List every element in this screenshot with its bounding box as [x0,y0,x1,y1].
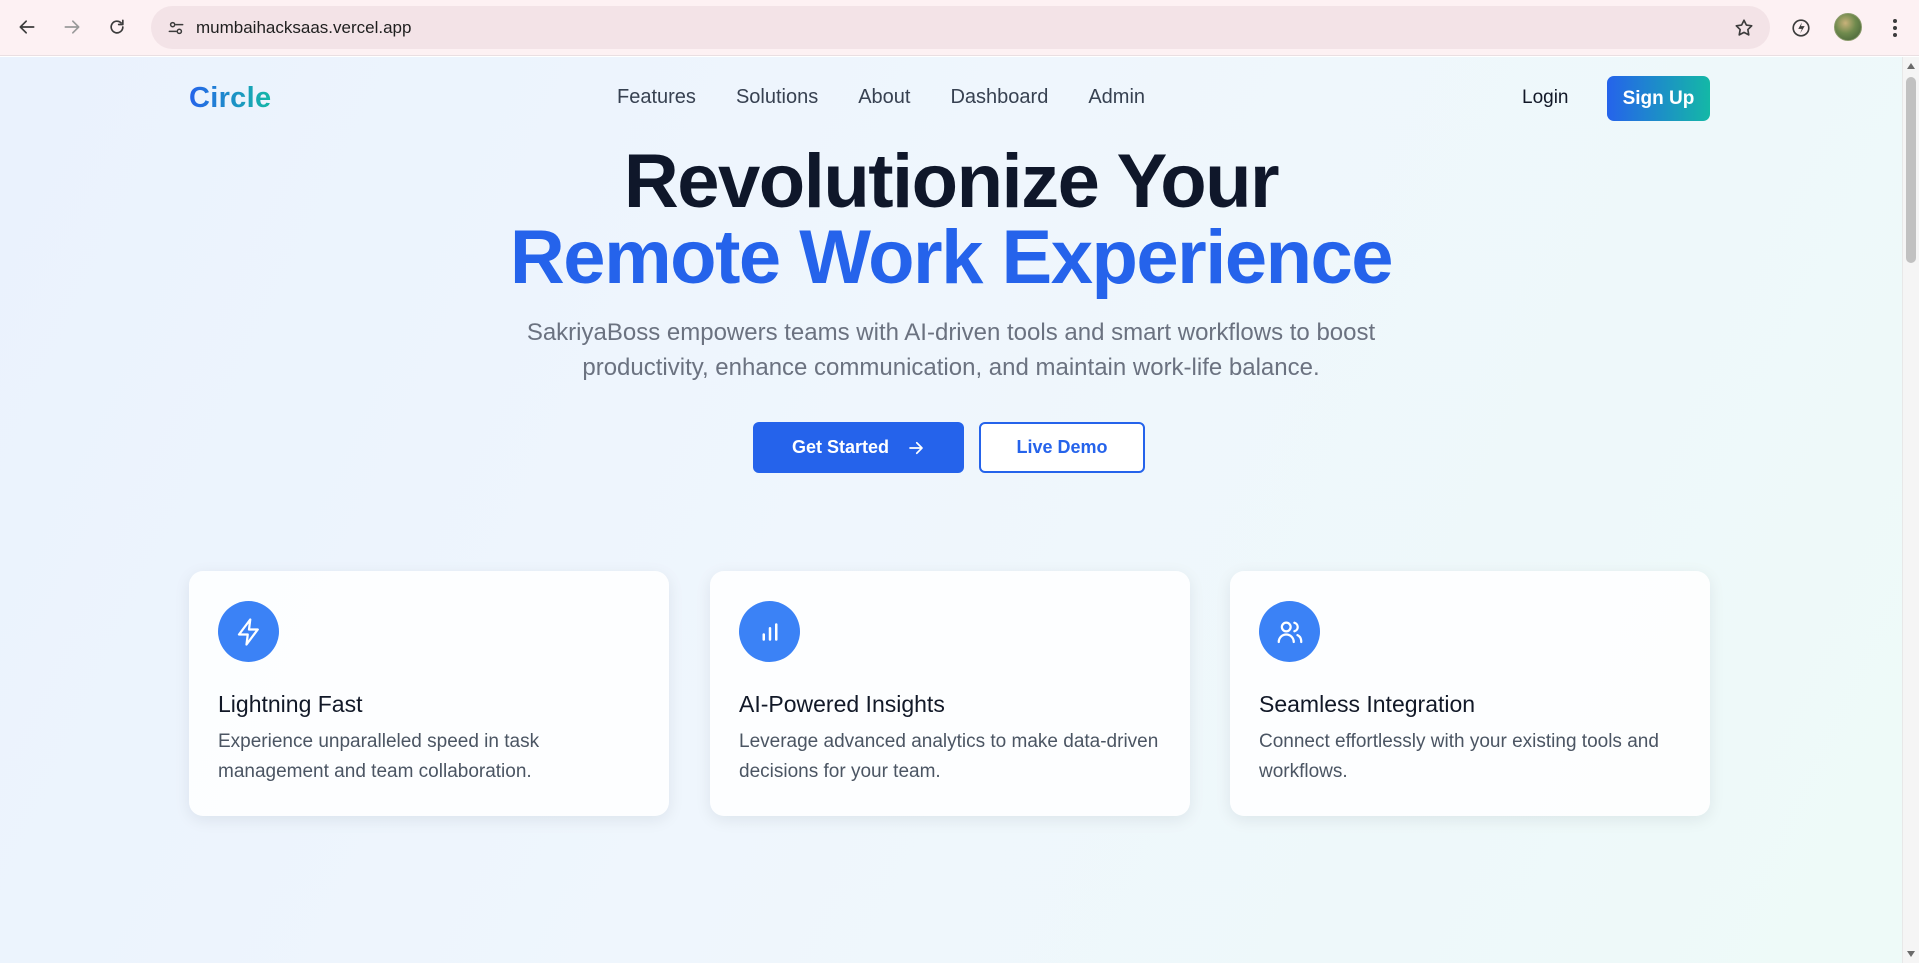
feature-title: Lightning Fast [218,691,363,717]
users-icon [1277,621,1302,643]
signup-button[interactable]: Sign Up [1607,76,1710,121]
live-demo-button[interactable]: Live Demo [979,422,1145,473]
tune-icon [168,21,184,35]
star-icon [1735,19,1753,36]
forward-button[interactable] [55,10,89,44]
url-text[interactable]: mumbaihacksaas.vercel.app [196,18,411,38]
nav-dashboard[interactable]: Dashboard [950,86,1048,109]
login-button[interactable]: Login [1522,87,1569,109]
landing-page: Circle Features Solutions About Dashboar… [0,57,1902,963]
scroll-up-arrow[interactable] [1907,63,1915,69]
nav-admin[interactable]: Admin [1088,86,1145,109]
feature-card-integration: Seamless Integration Connect effortlessl… [1230,571,1710,816]
performance-icon [1792,19,1810,37]
feature-card-insights: AI-Powered Insights Leverage advanced an… [710,571,1190,816]
browser-menu-button[interactable] [1880,13,1910,43]
get-started-button[interactable]: Get Started [753,422,964,473]
arrow-left-icon [19,20,35,34]
scroll-down-arrow[interactable] [1907,951,1915,957]
hero-subtitle-line1: SakriyaBoss empowers teams with AI-drive… [526,319,1376,346]
page-scrollbar[interactable] [1902,57,1919,963]
feature-description: Leverage advanced analytics to make data… [739,731,1159,782]
nav-solutions[interactable]: Solutions [736,86,818,109]
arrow-right-icon [64,20,80,34]
feature-icon-badge [218,601,279,662]
bar-chart-icon [762,622,777,641]
lightning-icon [237,617,259,646]
browser-toolbar: mumbaihacksaas.vercel.app [0,0,1919,56]
performance-button[interactable] [1786,13,1816,43]
back-button[interactable] [10,10,44,44]
hero-subtitle: SakriyaBoss empowers teams with AI-drive… [491,315,1411,385]
get-started-label: Get Started [791,437,890,457]
bookmark-button[interactable] [1730,14,1758,42]
feature-title: AI-Powered Insights [739,691,945,717]
feature-title: Seamless Integration [1259,691,1476,717]
feature-icon-badge [1259,601,1320,662]
feature-card-lightning: Lightning Fast Experience unparalleled s… [189,571,669,816]
nav-about[interactable]: About [858,86,910,109]
feature-description: Connect effortlessly with your existing … [1259,731,1659,782]
logo[interactable]: Circle [189,82,271,115]
arrow-right-icon [909,441,923,454]
profile-avatar[interactable] [1834,13,1862,41]
address-bar[interactable]: mumbaihacksaas.vercel.app [151,6,1770,49]
hero-title-line2: Remote Work Experience [509,215,1394,300]
main-nav: Features Solutions About Dashboard Admin [617,86,1145,109]
nav-features[interactable]: Features [617,86,696,109]
hero-subtitle-line2: productivity, enhance communication, and… [582,354,1320,381]
feature-description: Experience unparalleled speed in task ma… [218,731,540,782]
reload-button[interactable] [100,10,134,44]
scroll-thumb[interactable] [1906,77,1916,263]
reload-icon [110,19,124,34]
kebab-menu-icon [1893,19,1897,37]
feature-icon-badge [739,601,800,662]
site-info-button[interactable] [161,13,191,43]
